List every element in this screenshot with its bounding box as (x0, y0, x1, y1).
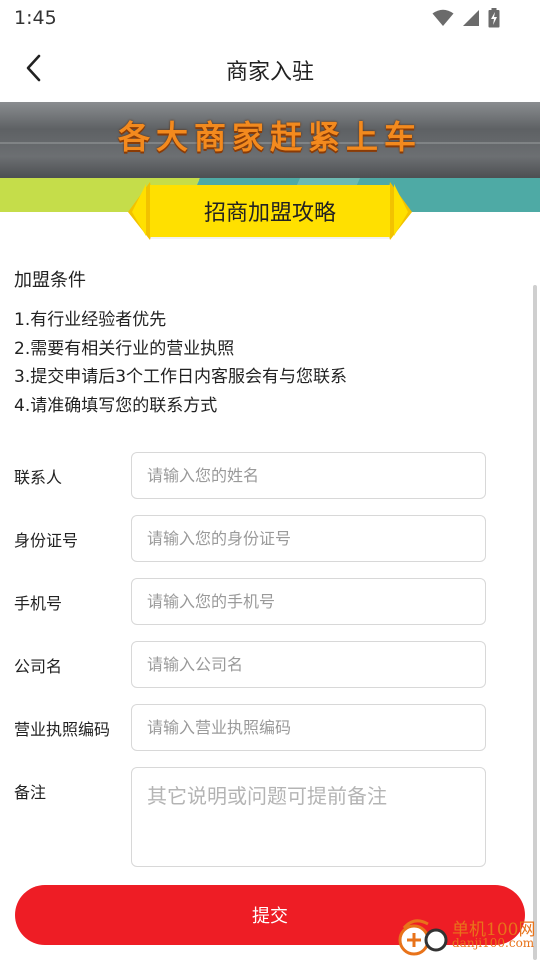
form-row-phone: 手机号 (0, 578, 540, 626)
banner-slogan: 各大商家赶紧上车 (117, 118, 422, 156)
signal-icon (462, 9, 480, 31)
status-bar: 1:45 (0, 0, 540, 36)
battery-charging-icon (488, 8, 500, 32)
license-label: 营业执照编码 (14, 720, 111, 739)
ribbon-text: 招商加盟攻略 (203, 201, 336, 226)
condition-item: 2.需要有相关行业的营业执照 (14, 338, 235, 359)
status-icons (432, 8, 500, 32)
banner-ribbon: 招商加盟攻略 (150, 185, 390, 237)
id-number-input[interactable] (131, 515, 486, 562)
form-row-id: 身份证号 (0, 515, 540, 563)
license-number-input[interactable] (131, 704, 486, 751)
promo-banner: 各大商家赶紧上车 招商加盟攻略 (0, 102, 540, 242)
nav-bar: 商家入驻 (0, 36, 540, 102)
id-number-label: 身份证号 (14, 531, 79, 550)
form-row-remark: 备注 (0, 767, 540, 867)
conditions-title: 加盟条件 (14, 270, 86, 291)
condition-item: 3.提交申请后3个工作日内客服会有与您联系 (14, 367, 348, 387)
conditions-list: 1.有行业经验者优先 2.需要有相关行业的营业执照 3.提交申请后3个工作日内客… (14, 306, 347, 420)
contact-name-input[interactable] (131, 452, 486, 499)
form-row-company: 公司名 (0, 641, 540, 689)
watermark: 单机100网 danji100.com (392, 910, 540, 960)
remark-label: 备注 (14, 783, 47, 802)
remark-textarea[interactable] (131, 767, 486, 867)
watermark-url: danji100.com (452, 936, 535, 950)
company-label: 公司名 (14, 657, 63, 676)
page-title: 商家入驻 (225, 60, 314, 85)
contact-label: 联系人 (14, 468, 63, 487)
phone-label: 手机号 (14, 594, 63, 613)
watermark-logo-icon (398, 919, 448, 956)
wifi-icon (432, 9, 454, 31)
condition-item: 4.请准确填写您的联系方式 (14, 395, 218, 416)
company-input[interactable] (131, 641, 486, 688)
status-time: 1:45 (14, 7, 57, 29)
form-row-license: 营业执照编码 (0, 704, 540, 752)
scrollbar[interactable] (533, 285, 537, 960)
phone-input[interactable] (131, 578, 486, 625)
condition-item: 1.有行业经验者优先 (14, 310, 167, 330)
form-row-contact: 联系人 (0, 452, 540, 500)
